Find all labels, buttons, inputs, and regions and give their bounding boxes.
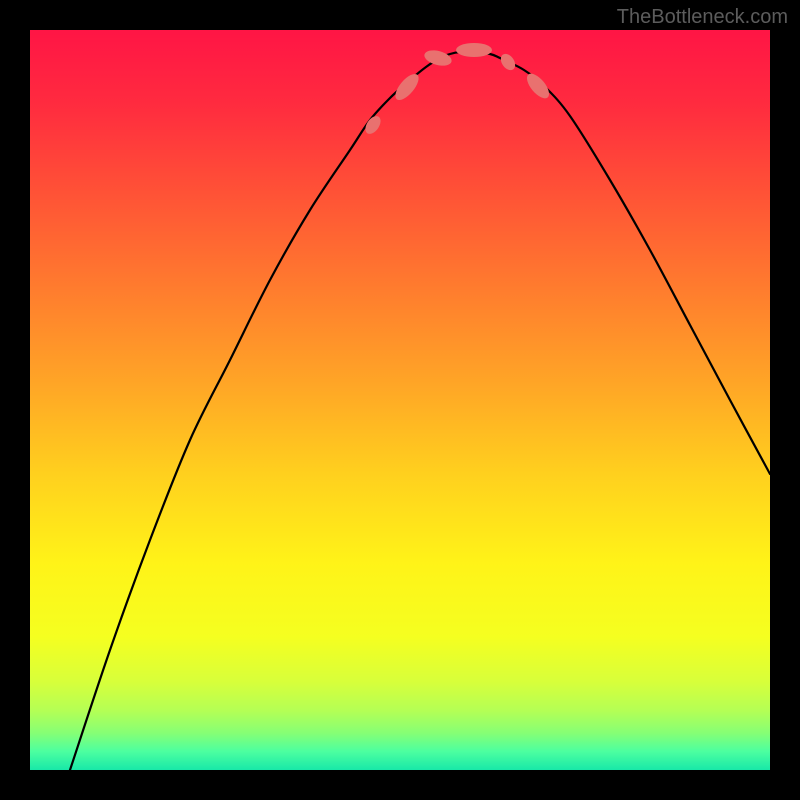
markers-group [362,43,553,137]
bottom-pill-2 [456,43,492,57]
plot-area [30,30,770,770]
right-pill-small [498,51,518,73]
curve-layer [30,30,770,770]
watermark-text: TheBottleneck.com [617,6,788,29]
right-pill-large [523,70,553,102]
bottleneck-curve [70,52,770,770]
left-pill-large [391,70,422,104]
chart-frame: TheBottleneck.com [0,0,800,800]
